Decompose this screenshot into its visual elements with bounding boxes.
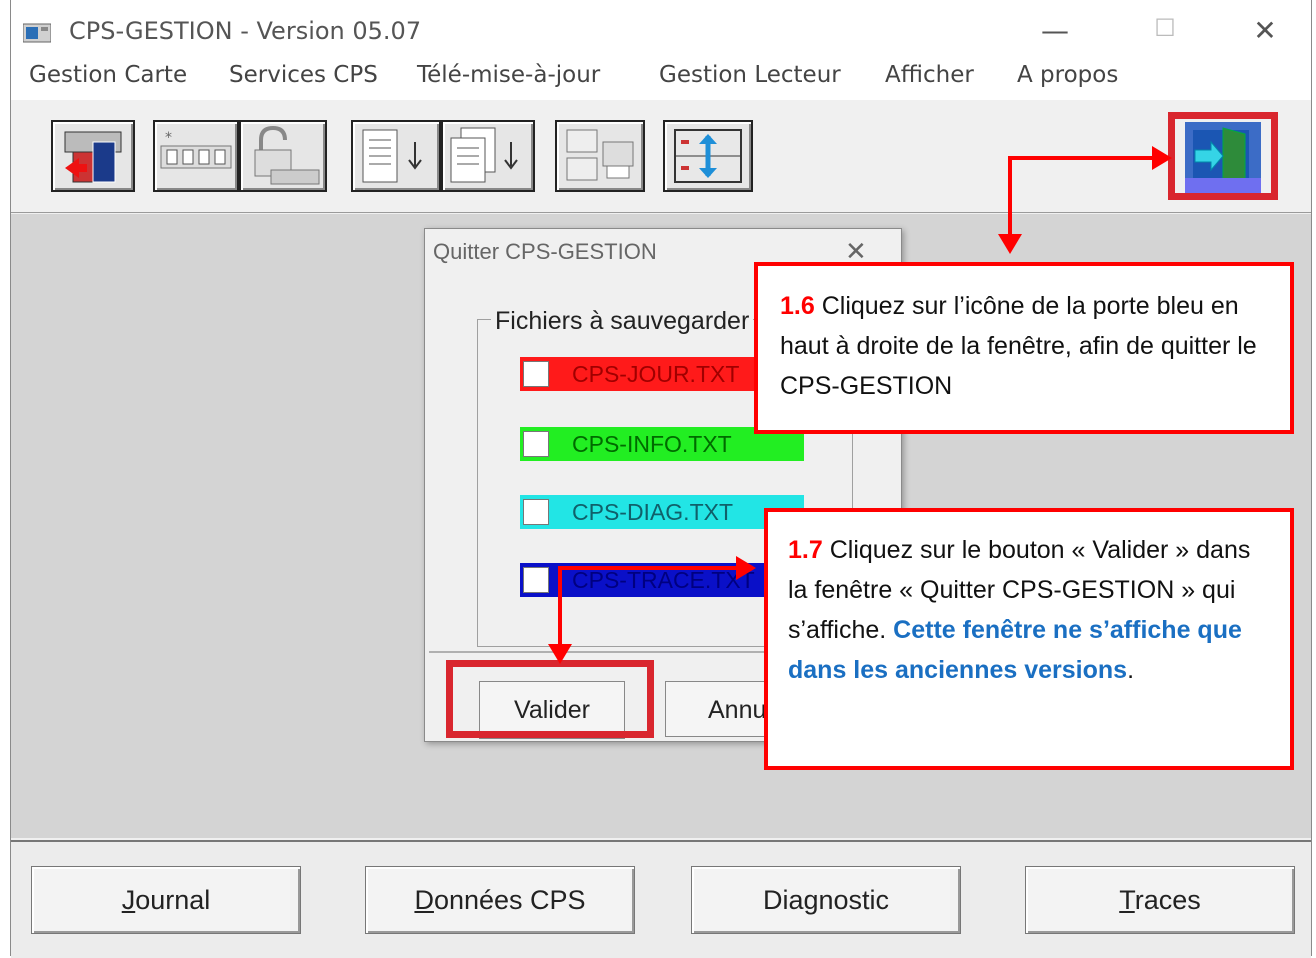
diagnostic-label-pre: Dia [762, 885, 804, 915]
computer-printer-icon [566, 129, 634, 181]
step-number-1-6: 1.6 [780, 292, 815, 320]
donnees-cps-button[interactable]: Données CPS [365, 866, 635, 934]
step-number-1-7: 1.7 [788, 536, 823, 564]
menu-tele-mise-a-jour[interactable]: Télé-mise-à-jour [417, 62, 600, 88]
file-label-diag: CPS-DIAG.TXT [572, 499, 734, 525]
document-down-button[interactable] [351, 120, 441, 192]
diagnostic-button[interactable]: Diagnostic [691, 866, 961, 934]
card-slots-icon: * [160, 130, 232, 169]
journal-mnemonic: J [121, 885, 136, 915]
diagnostic-label-post: nostic [818, 885, 890, 915]
documents-down-icon [450, 127, 518, 183]
checkbox[interactable] [523, 431, 549, 457]
files-group-label: Fichiers à sauvegarder [491, 307, 754, 336]
toolbar: * [11, 100, 1311, 213]
menu-afficher[interactable]: Afficher [885, 62, 974, 88]
menu-services-cps[interactable]: Services CPS [229, 62, 378, 88]
update-transfer-icon [674, 129, 742, 183]
diagnostic-mnemonic: g [803, 885, 819, 915]
donnees-mnemonic: D [414, 885, 434, 915]
valider-highlight-frame [446, 660, 654, 738]
journal-button[interactable]: Journal [31, 866, 301, 934]
card-reader-button[interactable] [51, 120, 135, 192]
close-button[interactable]: ✕ [1235, 14, 1295, 47]
donnees-label: onnées CPS [433, 885, 586, 915]
journal-label: ournal [135, 885, 211, 915]
menu-a-propos[interactable]: A propos [1017, 62, 1118, 88]
file-label-trace: CPS-TRACE.TXT [572, 567, 755, 593]
traces-mnemonic: T [1119, 885, 1135, 915]
maximize-button[interactable]: ☐ [1135, 14, 1195, 42]
menu-gestion-lecteur[interactable]: Gestion Lecteur [659, 62, 841, 88]
menu-bar: Gestion Carte Services CPS Télé-mise-à-j… [11, 62, 1311, 100]
checkbox[interactable] [523, 499, 549, 525]
unlock-keyboard-button[interactable] [239, 120, 327, 192]
exit-icon-highlight-frame [1168, 112, 1278, 200]
file-checkbox-diag[interactable]: CPS-DIAG.TXT [520, 495, 804, 529]
dialog-title: Quitter CPS-GESTION [433, 239, 657, 264]
title-bar[interactable]: CPS-GESTION - Version 05.07 — ☐ ✕ [11, 0, 1311, 62]
step-text-1-6: Cliquez sur l’icône de la porte bleu en … [780, 292, 1257, 400]
bottom-button-bar: Journal Données CPS Diagnostic Traces [11, 840, 1311, 958]
svg-text:*: * [165, 130, 172, 146]
documents-down-button[interactable] [441, 120, 535, 192]
card-reader-icon [64, 131, 122, 183]
checkbox[interactable] [523, 361, 549, 387]
file-checkbox-trace[interactable]: CPS-TRACE.TXT [520, 563, 804, 597]
window-title: CPS-GESTION - Version 05.07 [69, 17, 422, 45]
document-down-icon [362, 129, 422, 183]
step-tail-1-7: . [1127, 656, 1135, 684]
file-label-info: CPS-INFO.TXT [572, 431, 732, 457]
menu-gestion-carte[interactable]: Gestion Carte [29, 62, 187, 88]
computer-printer-button[interactable] [555, 120, 645, 192]
app-icon [23, 23, 51, 43]
callout-step-1-7: 1.7 Cliquez sur le bouton « Valider » da… [764, 508, 1294, 770]
minimize-button[interactable]: — [1025, 14, 1085, 47]
unlock-keyboard-icon [254, 125, 320, 185]
traces-label: races [1134, 885, 1201, 915]
checkbox[interactable] [523, 567, 549, 593]
traces-button[interactable]: Traces [1025, 866, 1295, 934]
update-transfer-button[interactable] [663, 120, 753, 192]
card-slots-button[interactable]: * [153, 120, 239, 192]
file-label-jour: CPS-JOUR.TXT [572, 361, 740, 387]
callout-step-1-6: 1.6 Cliquez sur l’icône de la porte bleu… [754, 262, 1294, 434]
